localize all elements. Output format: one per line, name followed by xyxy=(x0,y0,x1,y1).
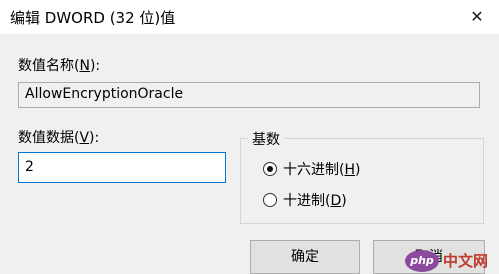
value-name-label-accel: N xyxy=(79,58,90,74)
value-name-label-suffix: ): xyxy=(89,58,101,74)
value-data-label-suffix: ): xyxy=(89,130,100,146)
value-name-label: 数值名称(N): xyxy=(18,55,100,75)
cancel-button[interactable]: 取消 xyxy=(373,240,485,274)
dec-label-prefix: 十进制( xyxy=(283,193,331,209)
radio-decimal[interactable]: 十进制(D) xyxy=(263,190,347,210)
dec-label-suffix: ) xyxy=(341,193,347,209)
ok-button[interactable]: 确定 xyxy=(250,240,360,274)
base-group-title: 基数 xyxy=(248,129,284,149)
base-groupbox xyxy=(240,138,484,224)
dec-label-accel: D xyxy=(330,193,342,209)
hex-label-prefix: 十六进制( xyxy=(283,162,345,178)
value-data-label: 数值数据(V): xyxy=(18,127,99,147)
radio-hexadecimal-label: 十六进制(H) xyxy=(283,159,360,179)
value-data-label-accel: V xyxy=(79,130,90,146)
radio-unchecked-icon xyxy=(263,193,277,207)
window-title: 编辑 DWORD (32 位)值 xyxy=(10,9,176,27)
hex-label-accel: H xyxy=(344,162,355,178)
value-data-input[interactable]: 2 xyxy=(18,152,226,183)
radio-checked-icon xyxy=(263,162,277,176)
value-name-label-prefix: 数值名称( xyxy=(18,58,80,74)
value-name-field[interactable]: AllowEncryptionOracle xyxy=(18,82,480,108)
close-icon[interactable]: ✕ xyxy=(455,0,499,34)
radio-hexadecimal[interactable]: 十六进制(H) xyxy=(263,159,360,179)
hex-label-suffix: ) xyxy=(355,162,361,178)
title-bar: 编辑 DWORD (32 位)值 ✕ xyxy=(0,0,499,34)
radio-decimal-label: 十进制(D) xyxy=(283,190,347,210)
value-data-label-prefix: 数值数据( xyxy=(18,130,80,146)
